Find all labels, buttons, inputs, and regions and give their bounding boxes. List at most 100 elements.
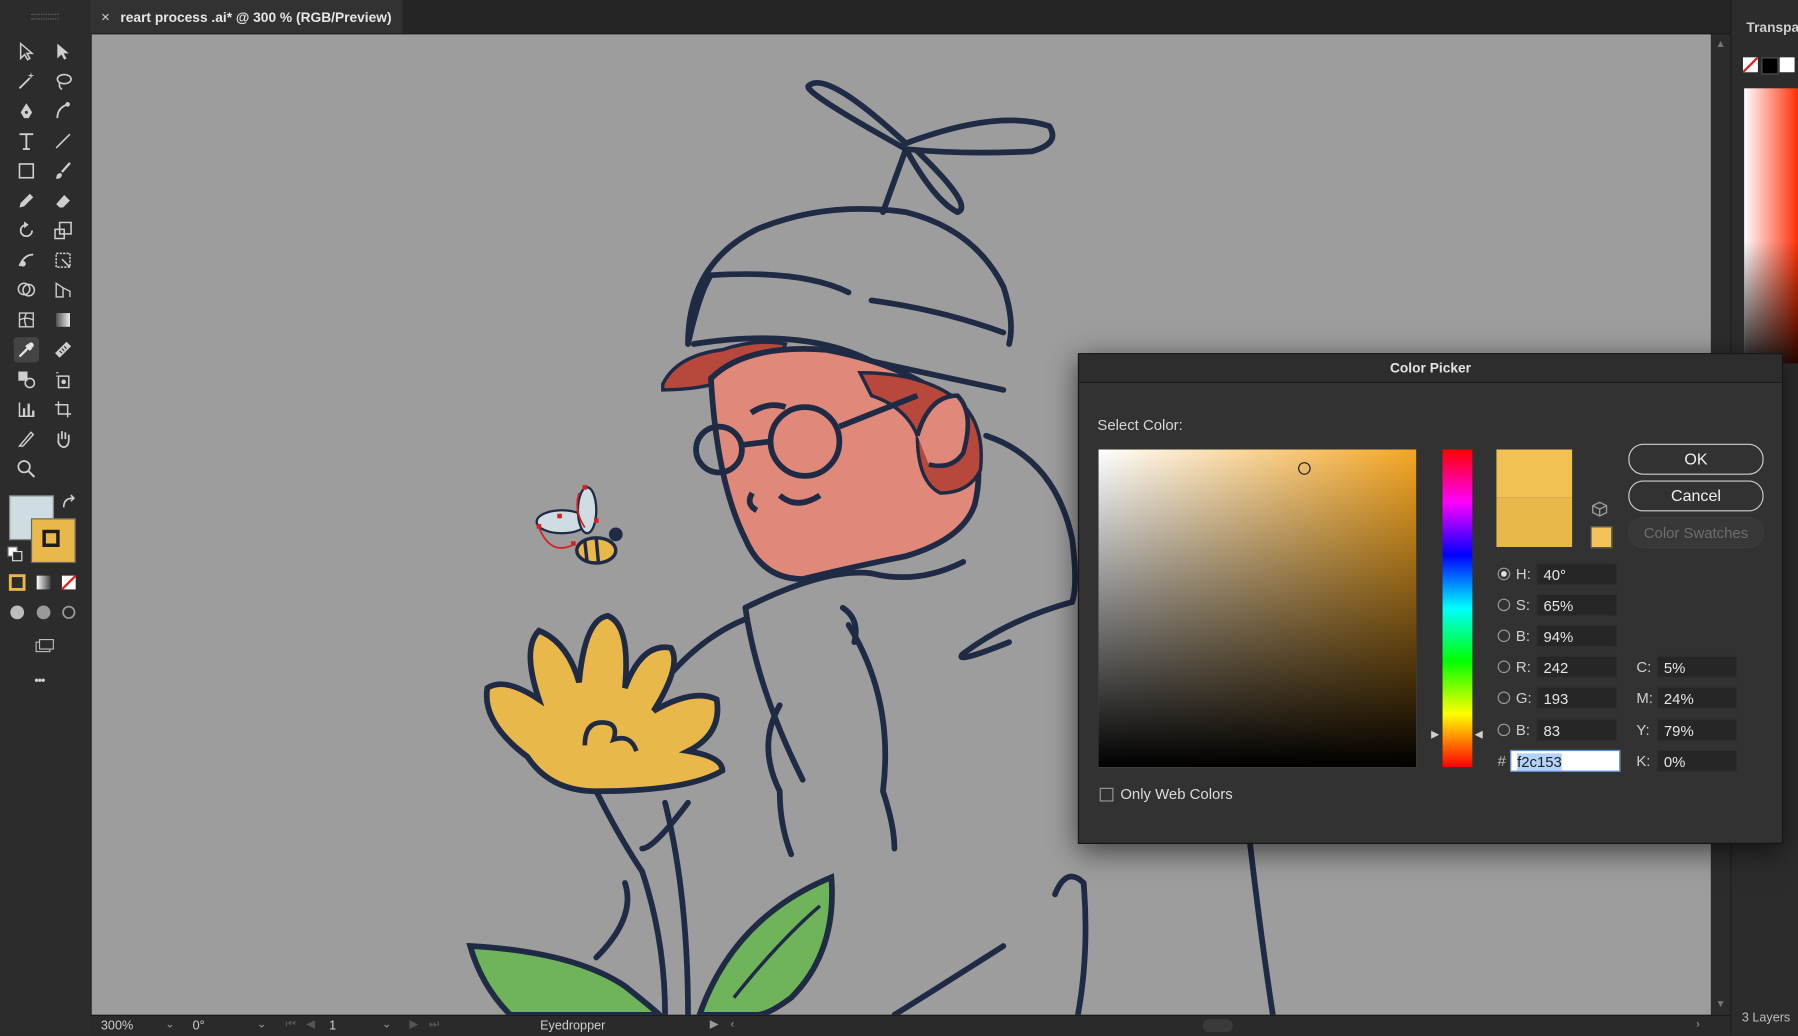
rotation-dropdown-icon[interactable]: ⌄ [257,1018,267,1031]
selection-tool-icon[interactable] [14,39,39,64]
artboard-tool-icon[interactable] [50,397,75,422]
line-tool-icon[interactable] [50,128,75,153]
hue-slider[interactable] [1442,449,1473,768]
lasso-tool-icon[interactable] [50,69,75,94]
only-web-colors-label[interactable]: Only Web Colors [1120,785,1232,802]
hue-input[interactable]: 40° [1536,562,1617,585]
brightness-radio[interactable] [1497,628,1511,642]
yellow-row: Y: 79% [1636,718,1738,741]
symbol-sprayer-tool-icon[interactable] [50,367,75,392]
cyan-input[interactable]: 5% [1656,655,1738,678]
blue-input[interactable]: 83 [1536,718,1617,741]
prev-artboard-icon[interactable]: ◀ [306,1018,315,1031]
swap-fill-stroke-icon[interactable] [60,493,78,511]
black-swatch[interactable] [1761,57,1779,75]
gradient-mode-icon[interactable] [33,572,54,593]
pen-tool-icon[interactable] [14,99,39,124]
saturation-radio[interactable] [1497,598,1511,611]
toolbar-grip[interactable] [30,13,59,20]
cancel-button[interactable]: Cancel [1628,480,1764,512]
horizontal-scroll-thumb[interactable] [1202,1019,1233,1033]
saturation-row: S: 65% [1497,593,1617,616]
only-web-colors-checkbox[interactable] [1099,787,1114,802]
hand-tool-icon[interactable] [50,427,75,452]
illustrator-window: ••• × reart process .ai* @ 300 % (RGB/Pr… [0,0,1798,1036]
none-swatch[interactable] [1742,56,1759,74]
red-input[interactable]: 242 [1536,655,1617,678]
artboard-number[interactable]: 1 [329,1019,336,1033]
blend-tool-icon[interactable] [14,367,39,392]
pencil-tool-icon[interactable] [14,188,39,213]
original-color-swatch[interactable] [1496,497,1573,547]
color-swatches-button[interactable]: Color Swatches [1628,517,1764,549]
status-menu-icon[interactable]: ▶ [710,1018,719,1031]
scroll-up-icon[interactable]: ▲ [1715,38,1725,49]
black-row: K: 0% [1636,749,1738,772]
zoom-level[interactable]: 300% [101,1019,133,1033]
blue-row: B: 83 [1497,718,1617,741]
green-input[interactable]: 193 [1536,686,1617,709]
gradient-tool-icon[interactable] [50,307,75,332]
brightness-input[interactable]: 94% [1536,624,1617,647]
artboard-dropdown-icon[interactable]: ⌄ [382,1018,392,1031]
magenta-input[interactable]: 24% [1656,686,1738,709]
close-tab-icon[interactable]: × [91,8,121,25]
hue-slider-left-arrow-icon[interactable]: ▶ [1431,728,1439,741]
scroll-right-icon[interactable]: › [1696,1018,1700,1031]
rotation-value[interactable]: 0° [193,1019,205,1033]
rotate-tool-icon[interactable] [14,218,39,243]
blue-radio[interactable] [1497,722,1511,736]
out-of-gamut-cube-icon[interactable] [1592,501,1608,517]
draw-behind-icon[interactable] [33,602,54,623]
saturation-brightness-field[interactable] [1098,449,1417,768]
warp-tool-icon[interactable] [14,248,39,273]
last-artboard-icon[interactable]: ⏭ [429,1018,439,1031]
none-mode-icon[interactable] [58,572,79,593]
rectangle-tool-icon[interactable] [14,158,39,183]
screen-mode-icon[interactable] [31,633,59,658]
panel-title[interactable]: Transpa [1746,19,1798,35]
yellow-input[interactable]: 79% [1656,718,1738,741]
curvature-tool-icon[interactable] [50,99,75,124]
first-artboard-icon[interactable]: ⏮ [286,1018,296,1031]
color-cursor[interactable] [1298,462,1311,475]
select-color-label: Select Color: [1097,416,1183,434]
paintbrush-tool-icon[interactable] [50,158,75,183]
scroll-left-icon[interactable]: ‹ [730,1018,734,1031]
next-artboard-icon[interactable]: ▶ [409,1018,418,1031]
magic-wand-tool-icon[interactable] [14,69,39,94]
eraser-tool-icon[interactable] [50,188,75,213]
green-radio[interactable] [1497,690,1511,704]
stroke-swatch[interactable] [30,518,76,564]
direct-selection-tool-icon[interactable] [50,39,75,64]
perspective-grid-tool-icon[interactable] [50,278,75,303]
web-safe-swatch[interactable] [1590,526,1613,549]
hue-radio[interactable] [1497,567,1511,580]
scale-tool-icon[interactable] [50,218,75,243]
white-swatch[interactable] [1779,57,1795,73]
hex-input[interactable]: f2c153 [1510,749,1621,772]
color-mode-icon[interactable] [7,572,28,593]
shape-builder-tool-icon[interactable] [14,278,39,303]
zoom-tool-icon[interactable] [14,456,39,481]
layers-count: 3 Layers [1741,1011,1791,1026]
draw-normal-icon[interactable] [7,602,28,623]
eyedropper-tool-icon[interactable] [13,337,39,363]
slice-tool-icon[interactable] [14,427,39,452]
zoom-dropdown-icon[interactable]: ⌄ [165,1018,175,1031]
column-graph-tool-icon[interactable] [14,397,39,422]
measure-tool-icon[interactable] [50,337,75,362]
hue-slider-right-arrow-icon[interactable]: ◀ [1475,728,1483,741]
red-radio[interactable] [1497,659,1511,673]
type-tool-icon[interactable] [14,128,39,153]
scroll-down-icon[interactable]: ▼ [1715,998,1725,1009]
black-input[interactable]: 0% [1656,749,1738,772]
ok-button[interactable]: OK [1628,443,1764,475]
document-tab[interactable]: × reart process .ai* @ 300 % (RGB/Previe… [90,0,403,34]
default-colors-icon[interactable] [7,546,23,562]
mesh-tool-icon[interactable] [14,307,39,332]
saturation-input[interactable]: 65% [1536,593,1617,616]
free-transform-tool-icon[interactable] [50,248,75,273]
draw-inside-icon[interactable] [58,602,79,623]
more-tools-button[interactable]: ••• [34,674,45,688]
